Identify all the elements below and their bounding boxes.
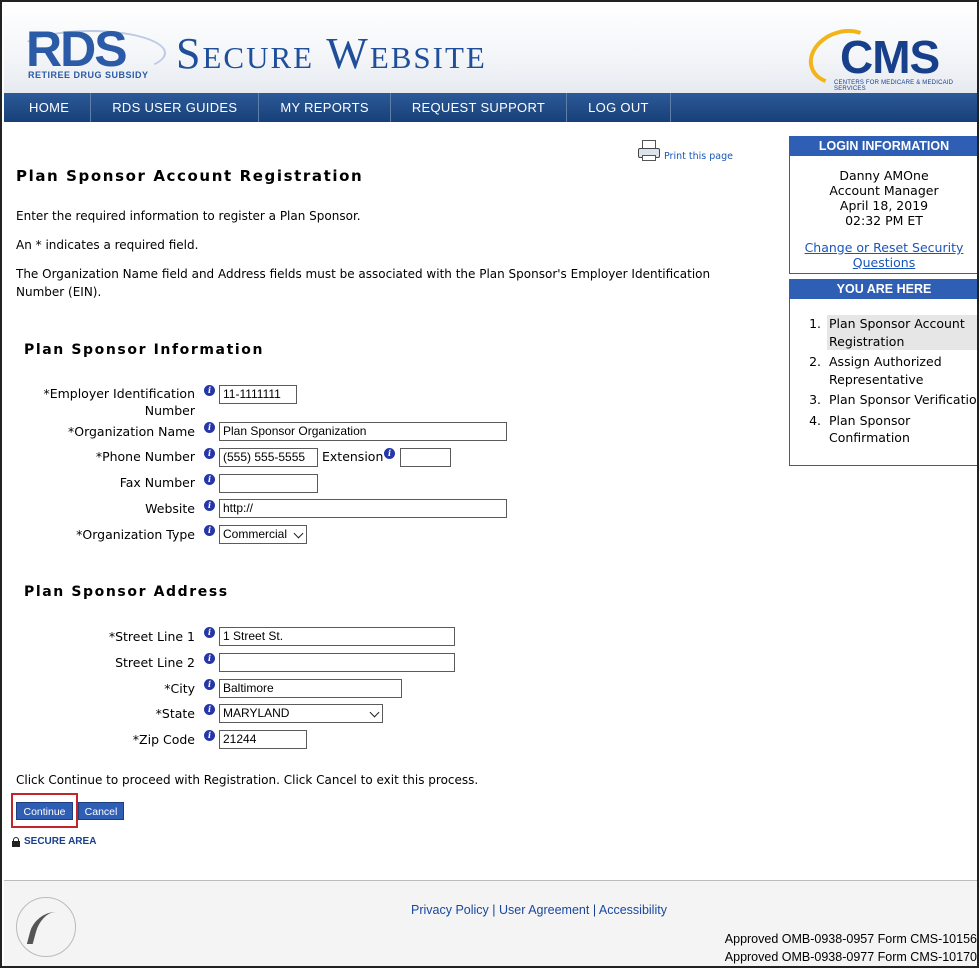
nav-rds-user-guides[interactable]: RDS USER GUIDES	[91, 93, 260, 122]
nav-home[interactable]: HOME	[4, 93, 92, 122]
login-time: 02:32 PM ET	[845, 213, 923, 228]
change-security-questions-link[interactable]: Change or Reset Security Questions	[790, 240, 977, 270]
extension-label: Extension	[322, 449, 384, 464]
organization-name-label: *Organization Name	[67, 424, 195, 439]
site-title: Secure Website	[176, 29, 487, 78]
street-line-1-label: *Street Line 1	[108, 629, 195, 644]
you-are-here-heading: YOU ARE HERE	[790, 279, 977, 299]
you-are-here-panel: YOU ARE HERE 1. Plan Sponsor Account Reg…	[789, 279, 979, 466]
printer-icon	[638, 140, 660, 162]
login-date: April 18, 2019	[839, 198, 929, 213]
website-input[interactable]: http://	[219, 499, 507, 518]
chevron-down-icon	[369, 707, 380, 718]
cancel-button[interactable]: Cancel	[78, 802, 124, 820]
rds-logo: RDS	[26, 21, 128, 77]
cms-logo: CMS	[840, 31, 940, 83]
street-line-1-input[interactable]: 1 Street St.	[219, 627, 455, 646]
fax-number-input[interactable]	[219, 474, 318, 493]
omb-approval-1: Approved OMB-0938-0957 Form CMS-10156	[724, 932, 977, 946]
street-line-2-label: Street Line 2	[115, 655, 195, 670]
login-information-panel: LOGIN INFORMATION Danny AMOne Account Ma…	[789, 136, 977, 274]
rds-logo-subtitle: RETIREE DRUG SUBSIDY	[28, 70, 149, 80]
phone-number-input[interactable]: (555) 555-5555	[219, 448, 318, 467]
footer-links: Privacy Policy | User Agreement | Access…	[411, 903, 667, 917]
zip-code-label: *Zip Code	[132, 732, 195, 747]
intro-text-1: Enter the required information to regist…	[16, 209, 361, 223]
organization-name-info-icon[interactable]: i	[204, 422, 215, 433]
intro-text-2: An * indicates a required field.	[16, 238, 199, 252]
main-nav: HOME RDS USER GUIDES MY REPORTS REQUEST …	[4, 93, 977, 122]
accessibility-link[interactable]: Accessibility	[599, 903, 667, 917]
privacy-policy-link[interactable]: Privacy Policy	[411, 903, 489, 917]
chevron-down-icon	[293, 528, 304, 539]
ein-input[interactable]: 11-1111111	[219, 385, 297, 404]
continue-button[interactable]: Continue	[16, 802, 73, 820]
lock-icon	[12, 836, 20, 847]
city-label: *City	[164, 681, 195, 696]
organization-name-input[interactable]: Plan Sponsor Organization	[219, 422, 507, 441]
street-line-2-info-icon[interactable]: i	[204, 653, 215, 664]
secure-area-label: SECURE AREA	[24, 836, 97, 847]
site-header: RDS RETIREE DRUG SUBSIDY Secure Website …	[4, 4, 977, 95]
zip-code-info-icon[interactable]: i	[204, 730, 215, 741]
organization-type-select[interactable]: Commercial	[219, 525, 307, 544]
cms-logo-subtitle: CENTERS FOR MEDICARE & MEDICAID SERVICES	[834, 80, 954, 92]
city-input[interactable]: Baltimore	[219, 679, 402, 698]
nav-my-reports[interactable]: MY REPORTS	[259, 93, 391, 122]
user-agreement-link[interactable]: User Agreement	[499, 903, 589, 917]
street-line-2-input[interactable]	[219, 653, 455, 672]
login-information-heading: LOGIN INFORMATION	[790, 136, 977, 156]
state-info-icon[interactable]: i	[204, 704, 215, 715]
hhs-seal-icon	[16, 897, 76, 957]
print-page-link[interactable]: Print this page	[638, 140, 733, 162]
state-select[interactable]: MARYLAND	[219, 704, 383, 723]
fax-number-info-icon[interactable]: i	[204, 474, 215, 485]
ein-info-icon[interactable]: i	[204, 385, 215, 396]
organization-type-info-icon[interactable]: i	[204, 525, 215, 536]
organization-type-label: *Organization Type	[76, 527, 195, 542]
plan-sponsor-address-heading: Plan Sponsor Address	[24, 584, 229, 600]
step-item: 2. Assign Authorized Representative	[809, 354, 942, 387]
instructions-text: Click Continue to proceed with Registrat…	[16, 773, 479, 787]
street-line-1-info-icon[interactable]: i	[204, 627, 215, 638]
city-info-icon[interactable]: i	[204, 679, 215, 690]
step-item: 3. Plan Sponsor Verification	[809, 392, 979, 407]
state-value: MARYLAND	[223, 706, 290, 720]
fax-number-label: Fax Number	[119, 475, 195, 490]
user-name: Danny AMOne	[839, 168, 929, 183]
print-page-label: Print this page	[664, 151, 733, 162]
site-footer: Privacy Policy | User Agreement | Access…	[4, 880, 977, 966]
omb-approval-2: Approved OMB-0938-0977 Form CMS-10170	[724, 950, 977, 964]
extension-info-icon[interactable]: i	[384, 448, 395, 459]
website-label: Website	[145, 501, 195, 516]
zip-code-input[interactable]: 21244	[219, 730, 307, 749]
nav-log-out[interactable]: LOG OUT	[567, 93, 671, 122]
plan-sponsor-information-heading: Plan Sponsor Information	[24, 342, 265, 358]
phone-number-label: *Phone Number	[95, 449, 195, 464]
user-role: Account Manager	[829, 183, 939, 198]
phone-number-info-icon[interactable]: i	[204, 448, 215, 459]
progress-steps: 1. Plan Sponsor Account Registration 2. …	[790, 299, 979, 447]
organization-type-value: Commercial	[223, 527, 288, 541]
step-item: 1. Plan Sponsor Account Registration	[790, 315, 977, 350]
intro-text-3: The Organization Name field and Address …	[16, 267, 711, 299]
nav-request-support[interactable]: REQUEST SUPPORT	[391, 93, 568, 122]
extension-input[interactable]	[400, 448, 451, 467]
ein-label: *Employer Identification Number	[43, 386, 195, 418]
page-title: Plan Sponsor Account Registration	[16, 167, 364, 185]
page-frame: RDS RETIREE DRUG SUBSIDY Secure Website …	[0, 0, 979, 968]
state-label: *State	[155, 706, 195, 721]
secure-area: SECURE AREA	[12, 836, 96, 847]
website-info-icon[interactable]: i	[204, 500, 215, 511]
step-item: 4. Plan Sponsor Confirmation	[809, 412, 911, 446]
